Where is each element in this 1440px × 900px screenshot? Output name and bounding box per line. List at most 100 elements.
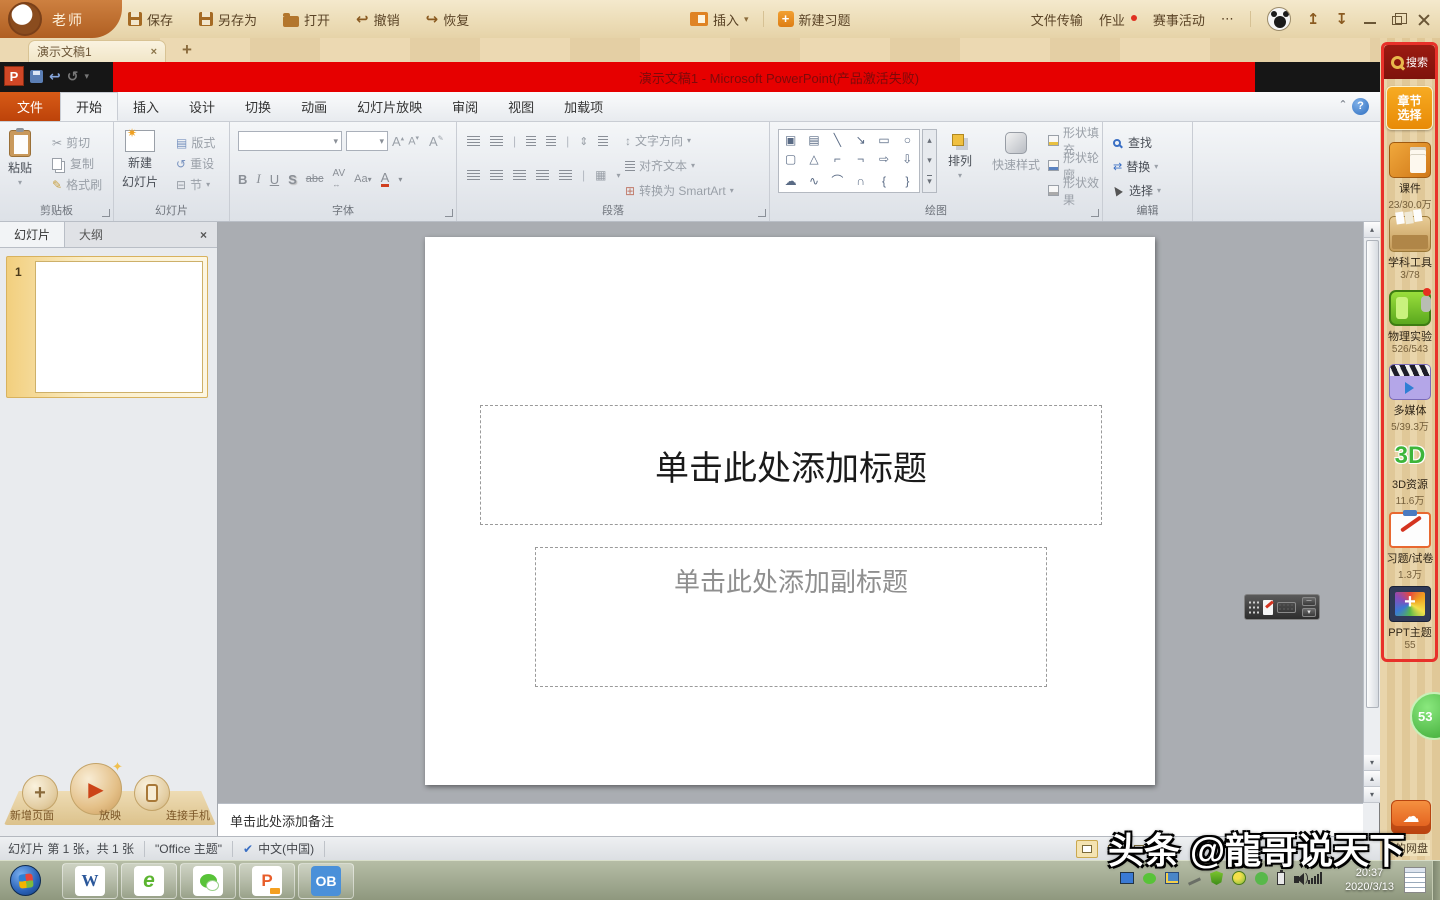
tab-slides[interactable]: 幻灯片 — [0, 222, 65, 247]
replace-button[interactable]: ⇄ 替换 ▾ — [1113, 156, 1161, 177]
justify-icon[interactable] — [536, 170, 549, 180]
paste-button[interactable]: 粘贴 ▾ — [8, 130, 32, 187]
increase-indent-icon[interactable] — [546, 136, 556, 146]
pen-document-icon[interactable] — [1263, 600, 1273, 615]
file-transfer-button[interactable]: 文件传输 — [1031, 10, 1083, 29]
panel-close-icon[interactable]: × — [190, 222, 217, 247]
numbering-icon[interactable] — [490, 136, 503, 146]
document-tab[interactable]: 演示文稿1 × — [28, 40, 166, 62]
close-icon[interactable] — [1418, 13, 1430, 25]
dialog-launcher-icon[interactable] — [102, 209, 110, 217]
title-placeholder[interactable]: 单击此处添加标题 — [480, 405, 1102, 525]
bold-button[interactable]: B — [238, 172, 247, 187]
scrollbar-thumb[interactable] — [1366, 240, 1379, 708]
new-slide-button[interactable]: ✷ 新建 幻灯片 — [122, 130, 158, 190]
vertical-scrollbar[interactable]: ▴ ▾ ▴ ▾ — [1363, 222, 1380, 803]
notes-tray-icon[interactable] — [1404, 867, 1426, 893]
minibar-minimize-icon[interactable]: － — [1302, 597, 1316, 606]
open-button[interactable]: 打开 — [283, 10, 330, 29]
drag-handle-icon[interactable] — [1248, 600, 1259, 614]
qat-save-icon[interactable] — [30, 70, 43, 83]
avatar[interactable] — [1267, 7, 1291, 31]
tab-animations[interactable]: 动画 — [286, 92, 342, 121]
minimize-icon[interactable] — [1364, 14, 1376, 24]
align-right-icon[interactable] — [513, 170, 526, 180]
dialog-launcher-icon[interactable] — [445, 209, 453, 217]
character-spacing-button[interactable]: AV↔ — [333, 168, 346, 190]
columns-icon[interactable]: ▦ — [595, 168, 606, 182]
save-as-button[interactable]: 另存为 — [199, 10, 257, 29]
cut-button[interactable]: ✂ 剪切 — [52, 132, 102, 153]
floating-input-toolbar[interactable]: － ▾ — [1244, 594, 1320, 620]
restore-icon[interactable] — [1392, 16, 1402, 25]
font-family-select[interactable]: ▾ — [238, 131, 342, 151]
font-size-select[interactable]: ▾ — [346, 131, 388, 151]
slide-thumbnail[interactable]: 1 — [6, 256, 208, 398]
arrange-button[interactable]: 排列 ▾ — [948, 132, 972, 180]
decrease-indent-icon[interactable] — [526, 136, 536, 146]
new-exercise-button[interactable]: + 新建习题 — [778, 10, 851, 29]
layout-button[interactable]: ▤ 版式 — [176, 132, 215, 153]
chapter-select-button[interactable]: 章节 选择 — [1386, 86, 1433, 130]
font-color-button[interactable]: A — [381, 171, 390, 187]
qat-redo-icon[interactable]: ↺ — [67, 69, 79, 83]
language-indicator[interactable]: 中文(中国) — [258, 840, 314, 857]
download-icon[interactable]: ↧ — [1335, 12, 1348, 27]
section-button[interactable]: ⊟ 节 ▾ — [176, 174, 215, 195]
tab-home[interactable]: 开始 — [60, 92, 118, 121]
select-button[interactable]: 选择 ▾ — [1113, 180, 1161, 201]
taskbar-ppt-app[interactable]: P — [239, 863, 295, 899]
tab-slideshow[interactable]: 幻灯片放映 — [342, 92, 437, 121]
grow-font-button[interactable]: A▴ — [392, 134, 404, 149]
redo-button[interactable]: ↪ 恢复 — [426, 10, 470, 29]
align-center-icon[interactable] — [490, 170, 503, 180]
connect-phone-button[interactable] — [134, 775, 170, 811]
insert-button[interactable]: 插入 ▾ — [690, 10, 749, 29]
taskbar-ob[interactable]: OB — [298, 863, 354, 899]
chevron-down-icon[interactable]: ▾ — [398, 175, 402, 184]
tab-view[interactable]: 视图 — [493, 92, 549, 121]
events-button[interactable]: 赛事活动 — [1153, 10, 1205, 29]
taskbar-word[interactable]: W — [62, 863, 118, 899]
tab-close-icon[interactable]: × — [151, 46, 157, 58]
speaker-icon[interactable] — [1294, 876, 1299, 883]
sidebar-item-multimedia[interactable]: 多媒体 5/39.3万 — [1384, 364, 1436, 433]
sidebar-item-ppt-themes[interactable]: PPT主题 55 — [1384, 586, 1436, 651]
strikethrough-button[interactable]: abc — [306, 173, 324, 185]
keyboard-icon[interactable] — [1277, 602, 1296, 613]
text-direction-button[interactable]: ↕ 文字方向 ▾ — [625, 130, 734, 151]
previous-slide-icon[interactable]: ▴ — [1364, 771, 1380, 787]
start-button[interactable] — [10, 865, 41, 896]
tab-design[interactable]: 设计 — [174, 92, 230, 121]
help-icon[interactable]: ? — [1352, 98, 1369, 115]
qat-undo-icon[interactable]: ↩ — [49, 69, 61, 83]
shapes-gallery[interactable]: ▣▤ ╲↘ ▭○ ▢△ ⌐¬ ⇨⇩ ☁∿ ⌒∩ {} — [778, 129, 920, 193]
distribute-icon[interactable] — [559, 170, 572, 180]
quick-styles-button[interactable]: 快速样式 — [992, 132, 1040, 173]
taskbar-wechat[interactable] — [180, 863, 236, 899]
format-painter-button[interactable]: ✎ 格式刷 — [52, 174, 102, 195]
tab-file[interactable]: 文件 — [0, 92, 60, 121]
taskbar-browser[interactable]: e — [121, 863, 177, 899]
underline-button[interactable]: U — [270, 172, 279, 187]
change-case-button[interactable]: Aa▾ — [354, 173, 371, 185]
shape-effects-button[interactable]: 形状效果 — [1048, 180, 1102, 201]
slide[interactable]: 单击此处添加标题 单击此处添加副标题 — [425, 237, 1155, 785]
connection-icon[interactable] — [1188, 877, 1201, 885]
new-tab-button[interactable]: + — [182, 40, 192, 60]
dialog-launcher-icon[interactable] — [1091, 209, 1099, 217]
align-left-icon[interactable] — [467, 170, 480, 180]
dialog-launcher-icon[interactable] — [758, 209, 766, 217]
show-desktop-button[interactable] — [1432, 861, 1440, 900]
shrink-font-button[interactable]: A▾ — [408, 134, 419, 148]
subtitle-placeholder[interactable]: 单击此处添加副标题 — [535, 547, 1047, 687]
tab-transitions[interactable]: 切换 — [230, 92, 286, 121]
tab-review[interactable]: 审阅 — [437, 92, 493, 121]
wechat-tray-icon[interactable] — [1143, 873, 1156, 884]
line-spacing-icon[interactable]: ⇕ — [579, 135, 588, 148]
shadow-button[interactable]: S — [288, 172, 297, 187]
powerpoint-logo-icon[interactable]: P — [4, 66, 24, 86]
sidebar-item-physics-lab[interactable]: 物理实验 526/543 — [1384, 290, 1436, 355]
tab-addins[interactable]: 加载项 — [549, 92, 618, 121]
clear-formatting-button[interactable]: A✎ — [429, 134, 444, 149]
